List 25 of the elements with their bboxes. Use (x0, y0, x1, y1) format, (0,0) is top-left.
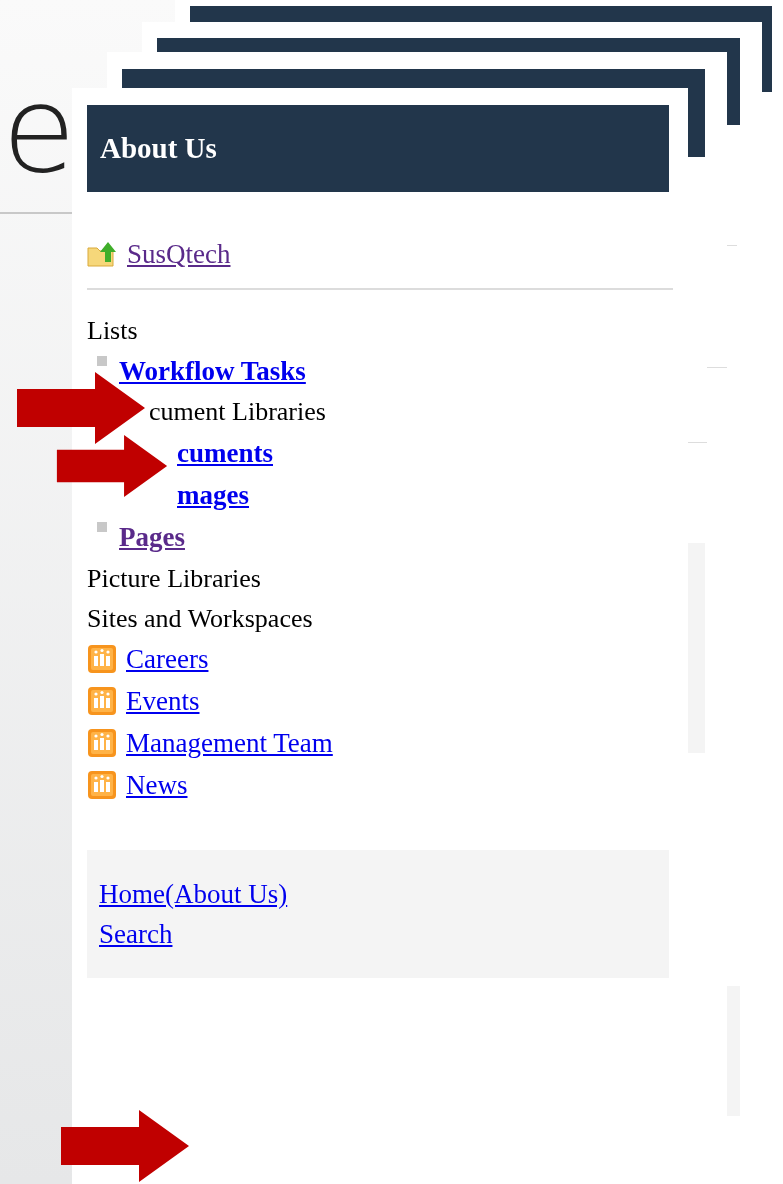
bullet-icon (97, 522, 107, 532)
site-icon (87, 770, 117, 800)
site-link[interactable]: Events (126, 680, 200, 722)
site-link[interactable]: News (126, 764, 188, 806)
footer-link[interactable]: Home(About Us) (99, 874, 288, 914)
arrow-icon (61, 1110, 189, 1182)
list-link[interactable]: cuments (177, 439, 273, 467)
page-title: About Us (100, 130, 217, 166)
parent-site-link[interactable]: SusQtech (127, 233, 231, 275)
site-icon (87, 728, 117, 758)
list-link[interactable]: mages (177, 481, 249, 509)
list-link[interactable]: Workflow Tasks (119, 350, 306, 392)
site-link[interactable]: Careers (126, 638, 209, 680)
folder-up-icon (87, 240, 119, 268)
site-icon (87, 644, 117, 674)
site-link[interactable]: Management Team (126, 722, 333, 764)
section-heading: Sites and Workspaces (87, 602, 313, 635)
section-heading: Picture Libraries (87, 562, 261, 595)
slide-title: e (2, 70, 76, 190)
section-heading: Lists (87, 314, 138, 347)
site-icon (87, 686, 117, 716)
bullet-icon (97, 356, 107, 366)
section-heading: cument Libraries (149, 399, 326, 425)
list-link[interactable]: Pages (119, 516, 185, 558)
footer-link[interactable]: Search (99, 914, 173, 954)
